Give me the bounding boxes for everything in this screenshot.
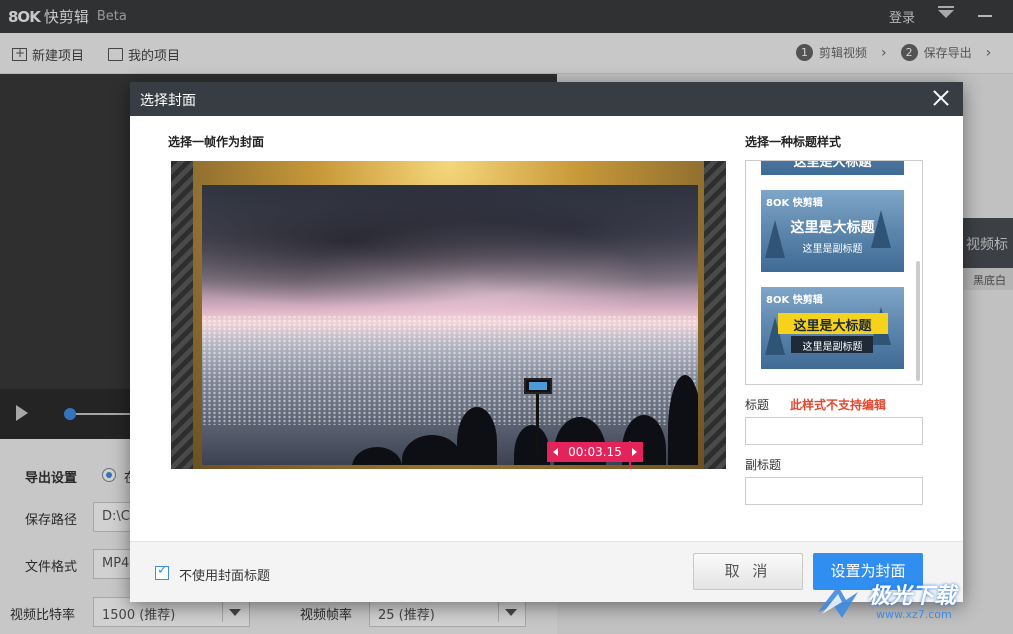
title-input[interactable] [745, 417, 923, 445]
style-list-scrollbar[interactable] [916, 261, 920, 381]
watermark-url: www.xz7.com [876, 608, 952, 621]
watermark: 极光下载 www.xz7.com [816, 578, 1008, 628]
style-logo: 8OK 快剪辑 [766, 295, 823, 306]
style-subtitle: 这里是副标题 [802, 244, 863, 255]
style-main-title: 这里是大标题 [793, 319, 872, 334]
timestamp-value: 00:03.15 [568, 445, 622, 459]
subtitle-input[interactable] [745, 477, 923, 505]
dialog-title: 选择封面 [140, 93, 196, 109]
frame-section-title: 选择一帧作为封面 [168, 135, 265, 149]
close-icon[interactable] [931, 88, 951, 108]
menu-dropdown-icon[interactable] [938, 6, 954, 18]
app-logo: 8OK 快剪辑 Beta [8, 6, 127, 27]
title-style-item[interactable]: 这里是大标题 [761, 160, 904, 175]
title-style-list[interactable]: 这里是大标题 8OK 快剪辑 这里是大标题 这里是副标题 8OK 快剪辑 这里是… [745, 160, 923, 385]
beta-badge: Beta [96, 9, 127, 24]
subtitle-label: 副标题 [745, 458, 782, 472]
prev-frame-icon[interactable] [553, 448, 558, 456]
dialog-header: 选择封面 [130, 82, 963, 116]
title-style-item[interactable]: 8OK 快剪辑 这里是大标题 这里是副标题 [761, 287, 904, 369]
letterbox-left [171, 161, 193, 469]
style-section-title: 选择一种标题样式 [745, 135, 842, 149]
style-logo: 8OK 快剪辑 [766, 198, 823, 209]
title-style-item[interactable]: 8OK 快剪辑 这里是大标题 这里是副标题 [761, 190, 904, 272]
cancel-button[interactable]: 取 消 [693, 553, 803, 590]
app-title: 快剪辑 [43, 8, 89, 26]
style-main-title: 这里是大标题 [793, 160, 872, 170]
style-main-title: 这里是大标题 [790, 220, 875, 236]
no-cover-title-checkbox[interactable] [155, 563, 169, 580]
cover-dialog: 选择封面 选择一帧作为封面 选择一种标题样式 00:03.15 这里是大标题 8… [130, 82, 963, 602]
video-frame-image [202, 185, 698, 465]
app-logo-mark: 8OK [8, 7, 41, 26]
edit-warning: 此样式不支持编辑 [790, 398, 887, 412]
app-titlebar: 8OK 快剪辑 Beta 登录 [0, 0, 1013, 33]
phone-silhouette [524, 378, 552, 394]
next-frame-icon[interactable] [632, 448, 637, 456]
watermark-text: 极光下载 [868, 584, 957, 609]
login-link[interactable]: 登录 [889, 7, 915, 26]
no-cover-title-label[interactable]: 不使用封面标题 [179, 565, 270, 584]
style-subtitle: 这里是副标题 [802, 342, 863, 353]
timestamp-badge[interactable]: 00:03.15 [547, 442, 643, 462]
letterbox-right [704, 161, 726, 469]
cover-frame-preview[interactable] [171, 161, 726, 469]
title-label: 标题 [745, 398, 770, 412]
minimize-icon[interactable] [978, 15, 992, 17]
watermark-logo-icon [818, 586, 858, 618]
